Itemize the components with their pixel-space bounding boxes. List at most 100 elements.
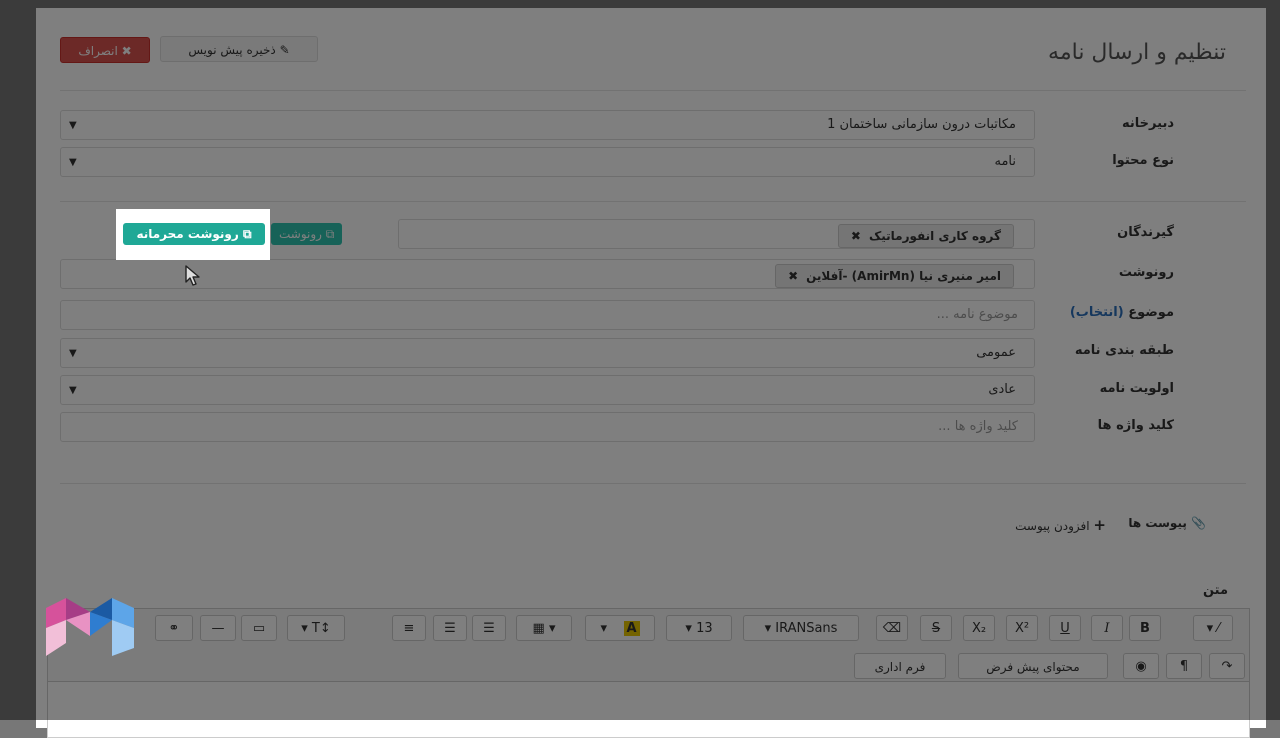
magic-wand-icon: ⁄ — [1217, 621, 1220, 636]
cc-label: رونوشت — [1118, 265, 1174, 280]
table-icon: ▦ — [532, 621, 545, 636]
close-icon[interactable]: ✖ — [788, 269, 798, 283]
chevron-down-icon: ▾ — [301, 621, 308, 636]
subject-select-link[interactable]: (انتخاب) — [1070, 305, 1124, 320]
keywords-placeholder: کلید واژه ها ... — [938, 419, 1018, 434]
caret-down-icon: ▼ — [69, 348, 77, 359]
save-draft-button[interactable]: ✎ ذخیره پیش نویس — [160, 36, 318, 62]
cc-tag-label: امیر منیری نیا (AmirMn) -آفلاین — [806, 269, 1001, 283]
subject-placeholder: موضوع نامه ... — [936, 307, 1018, 322]
add-attachment-button[interactable]: + افزودن پیوست — [1015, 516, 1106, 534]
default-content-button[interactable]: محتوای پیش فرض — [958, 653, 1108, 679]
chevron-down-icon: ▾ — [600, 621, 607, 636]
attachments-label: 📎 پیوست ها — [1128, 516, 1206, 530]
list-ul-icon: ☰ — [483, 621, 495, 636]
font-color-icon: A — [623, 621, 640, 636]
superscript-button[interactable]: X² — [1006, 615, 1038, 641]
body-label: متن — [1202, 583, 1228, 598]
horizontal-rule-button[interactable]: — — [200, 615, 236, 641]
align-icon: ≡ — [403, 621, 415, 636]
secretariat-value: مکاتبات درون سازمانی ساختمان 1 — [827, 117, 1016, 132]
magic-wand-button[interactable]: ▾ ⁄ — [1193, 615, 1233, 641]
attachments-label-text: پیوست ها — [1128, 516, 1187, 530]
priority-value: عادی — [988, 382, 1016, 397]
recipient-tag[interactable]: گروه کاری انفورماتیک ✖ — [837, 224, 1014, 248]
plus-icon: + — [1093, 516, 1106, 534]
page-title: تنظیم و ارسال نامه — [1048, 40, 1226, 65]
cancel-button[interactable]: ✖ انصراف — [60, 37, 150, 63]
text-size-label: T↕ — [311, 621, 331, 636]
strikethrough-button[interactable]: S — [920, 615, 952, 641]
text-size-button[interactable]: ▾ T↕ — [287, 615, 345, 641]
subscript-button[interactable]: X₂ — [963, 615, 995, 641]
eraser-button[interactable]: ⌫ — [876, 615, 908, 641]
cancel-label: انصراف — [78, 44, 118, 58]
close-icon[interactable]: ✖ — [851, 229, 861, 243]
pencil-icon: ✎ — [279, 43, 290, 57]
font-size-select[interactable]: ▾ 13 — [666, 615, 732, 641]
content-type-select[interactable]: نامه ▼ — [60, 147, 1035, 177]
content-type-value: نامه — [994, 154, 1016, 169]
redo-button[interactable]: ↷ — [1209, 653, 1245, 679]
secret-cc-button[interactable]: ⧉ رونوشت محرمانه — [123, 223, 265, 245]
table-button[interactable]: ▦ ▾ — [516, 615, 572, 641]
cc-button-label: رونوشت — [279, 227, 322, 241]
recipient-tag-label: گروه کاری انفورماتیک — [868, 229, 1001, 243]
divider — [60, 201, 1246, 202]
watermark-logo — [46, 598, 134, 656]
secretariat-label: دبیرخانه — [1122, 116, 1174, 131]
cc-button[interactable]: ⧉ رونوشت — [271, 223, 343, 245]
rtl-button[interactable]: ¶ — [1166, 653, 1202, 679]
divider — [60, 90, 1246, 91]
page: تنظیم و ارسال نامه ✖ انصراف ✎ ذخیره پیش … — [36, 8, 1266, 738]
paragraph-direction-icon: ¶ — [1179, 659, 1189, 674]
unordered-list-button[interactable]: ☰ — [472, 615, 506, 641]
save-draft-label: ذخیره پیش نویس — [188, 43, 276, 57]
preview-button[interactable]: ◉ — [1123, 653, 1159, 679]
category-value: عمومی — [976, 345, 1016, 360]
caret-down-icon: ▼ — [69, 157, 77, 168]
secret-cc-label: رونوشت محرمانه — [136, 227, 239, 241]
keywords-label: کلید واژه ها — [1097, 418, 1174, 433]
cc-tag[interactable]: امیر منیری نیا (AmirMn) -آفلاین ✖ — [775, 264, 1014, 288]
keywords-input[interactable]: کلید واژه ها ... — [60, 412, 1035, 442]
divider — [60, 483, 1246, 484]
content-type-label: نوع محتوا — [1112, 153, 1174, 168]
close-icon: ✖ — [121, 44, 132, 58]
font-size-value: 13 — [696, 621, 713, 636]
eraser-icon: ⌫ — [882, 621, 902, 636]
chevron-down-icon: ▾ — [764, 621, 772, 636]
chevron-down-icon: ▾ — [1206, 621, 1214, 636]
underline-button[interactable]: U — [1049, 615, 1081, 641]
link-button[interactable]: ⚭ — [155, 615, 193, 641]
mouse-cursor-icon — [185, 265, 200, 286]
category-label: طبقه بندی نامه — [1074, 343, 1174, 358]
editor-content[interactable] — [48, 681, 1249, 737]
font-color-button[interactable]: ▾ A — [585, 615, 655, 641]
paperclip-icon: 📎 — [1191, 516, 1206, 530]
priority-label: اولویت نامه — [1099, 381, 1174, 396]
highlight-box: ⧉ رونوشت محرمانه — [116, 209, 270, 260]
font-family-select[interactable]: ▾ IRANSans — [743, 615, 859, 641]
link-icon: ⚭ — [168, 621, 180, 636]
subject-label: موضوع (انتخاب) — [1054, 305, 1174, 320]
eye-icon: ◉ — [1135, 659, 1147, 674]
italic-button[interactable]: I — [1091, 615, 1123, 641]
caret-down-icon: ▼ — [69, 120, 77, 131]
admin-form-button[interactable]: فرم اداری — [854, 653, 946, 679]
copy-icon: ⧉ — [325, 227, 335, 241]
align-button[interactable]: ≡ — [392, 615, 426, 641]
chevron-down-icon: ▾ — [685, 621, 692, 636]
category-select[interactable]: عمومی ▼ — [60, 338, 1035, 368]
bold-button[interactable]: B — [1129, 615, 1161, 641]
recipients-input[interactable]: گروه کاری انفورماتیک ✖ — [398, 219, 1035, 249]
subject-input[interactable]: موضوع نامه ... — [60, 300, 1035, 330]
chevron-down-icon: ▾ — [548, 621, 556, 636]
secretariat-select[interactable]: مکاتبات درون سازمانی ساختمان 1 ▼ — [60, 110, 1035, 140]
picture-button[interactable]: ▭ — [241, 615, 277, 641]
ordered-list-button[interactable]: ☰ — [433, 615, 467, 641]
list-ol-icon: ☰ — [444, 621, 456, 636]
recipients-label: گیرندگان — [1117, 225, 1174, 240]
priority-select[interactable]: عادی ▼ — [60, 375, 1035, 405]
cc-input[interactable]: امیر منیری نیا (AmirMn) -آفلاین ✖ — [60, 259, 1035, 289]
